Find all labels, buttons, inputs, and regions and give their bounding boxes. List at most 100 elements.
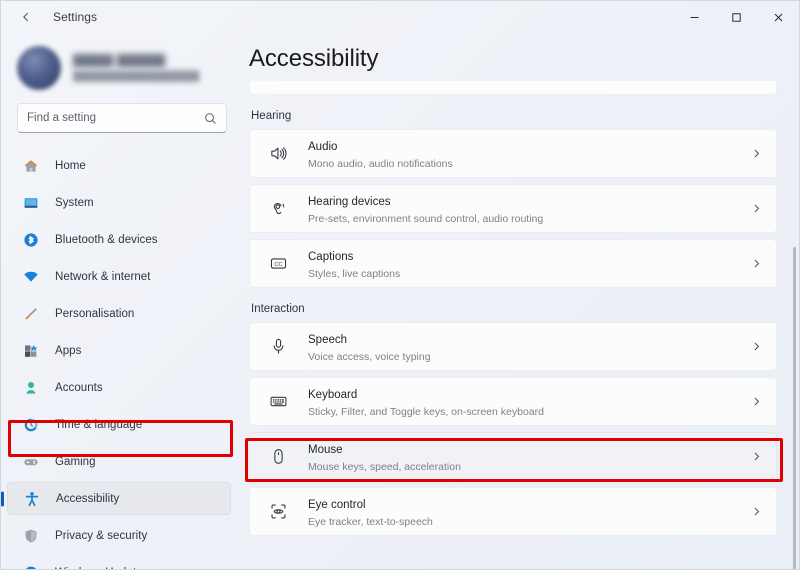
card-title: Keyboard: [308, 388, 358, 401]
chevron-right-icon: [751, 258, 762, 269]
search-icon: [204, 112, 217, 125]
chevron-right-icon: [751, 148, 762, 159]
sidebar-nav: Home System Bluetooth & devices Network …: [1, 149, 241, 570]
card-text: Speech Voice access, voice typing: [308, 330, 751, 364]
microphone-icon: [266, 335, 290, 359]
card-hearing-devices[interactable]: Hearing devices Pre-sets, environment so…: [249, 184, 777, 233]
shield-icon: [21, 527, 41, 545]
apps-icon: [21, 342, 41, 360]
card-title: Mouse: [308, 443, 343, 456]
vertical-scrollbar[interactable]: [793, 247, 796, 569]
title-bar: Settings: [1, 1, 799, 33]
card-text: Mouse Mouse keys, speed, acceleration: [308, 440, 751, 474]
card-title: Hearing devices: [308, 195, 391, 208]
card-subtitle: Eye tracker, text-to-speech: [308, 515, 433, 528]
card-subtitle: Voice access, voice typing: [308, 350, 431, 363]
keyboard-icon: [266, 390, 290, 414]
sidebar-item-home[interactable]: Home: [7, 149, 231, 182]
card-text: Hearing devices Pre-sets, environment so…: [308, 192, 751, 226]
profile-name: █████ ██████: [73, 54, 166, 67]
page-title: Accessibility: [249, 45, 379, 72]
window-controls: [673, 1, 799, 33]
search-input[interactable]: [27, 112, 204, 124]
settings-scroll-area: Hearing Audio Mono audio, audio notifica…: [241, 81, 799, 569]
sidebar-item-label: Windows Update: [55, 567, 143, 570]
system-monitor-icon: [21, 194, 41, 212]
partial-card-above[interactable]: [249, 81, 777, 95]
gamepad-icon: [21, 453, 41, 471]
card-subtitle: Mono audio, audio notifications: [308, 157, 453, 170]
chevron-right-icon: [751, 341, 762, 352]
mouse-icon: [266, 445, 290, 469]
closed-caption-icon: CC: [266, 252, 290, 276]
card-subtitle: Mouse keys, speed, acceleration: [308, 460, 461, 473]
chevron-right-icon: [751, 203, 762, 214]
minimize-icon[interactable]: [673, 1, 715, 33]
card-text: Captions Styles, live captions: [308, 247, 751, 281]
search-box[interactable]: [17, 103, 227, 133]
sidebar-item-label: Network & internet: [55, 270, 151, 283]
card-text: Keyboard Sticky, Filter, and Toggle keys…: [308, 385, 751, 419]
speaker-icon: [266, 142, 290, 166]
sidebar: █████ ██████ ██████████████████ Find a s…: [1, 33, 241, 569]
svg-text:CC: CC: [274, 262, 282, 268]
sidebar-item-label: Accounts: [55, 381, 103, 394]
sidebar-item-label: Home: [55, 159, 86, 172]
sidebar-item-personalisation[interactable]: Personalisation: [7, 297, 231, 330]
eye-control-icon: [266, 500, 290, 524]
chevron-right-icon: [751, 506, 762, 517]
sidebar-item-network[interactable]: Network & internet: [7, 260, 231, 293]
bluetooth-icon: [21, 231, 41, 249]
sidebar-item-time[interactable]: Time & language: [7, 408, 231, 441]
user-profile[interactable]: █████ ██████ ██████████████████: [1, 33, 241, 95]
main-content: Accessibility Hearing Audio Mono audio, …: [241, 33, 799, 569]
close-icon[interactable]: [757, 1, 799, 33]
sidebar-item-system[interactable]: System: [7, 186, 231, 219]
sidebar-item-bluetooth[interactable]: Bluetooth & devices: [7, 223, 231, 256]
sidebar-item-label: Time & language: [55, 418, 143, 431]
sidebar-item-label: Bluetooth & devices: [55, 233, 158, 246]
wifi-icon: [21, 268, 41, 286]
chevron-right-icon: [751, 451, 762, 462]
paintbrush-icon: [21, 305, 41, 323]
profile-email: ██████████████████: [73, 70, 200, 82]
sidebar-item-label: Privacy & security: [55, 529, 148, 542]
window-title: Settings: [53, 10, 98, 24]
card-text: Audio Mono audio, audio notifications: [308, 137, 751, 171]
maximize-icon[interactable]: [715, 1, 757, 33]
card-eye-control[interactable]: Eye control Eye tracker, text-to-speech: [249, 487, 777, 536]
card-speech[interactable]: Speech Voice access, voice typing: [249, 322, 777, 371]
sidebar-item-accounts[interactable]: Accounts: [7, 371, 231, 404]
ear-icon: [266, 197, 290, 221]
sidebar-item-label: Accessibility: [56, 492, 120, 505]
card-title: Captions: [308, 250, 354, 263]
card-mouse[interactable]: Mouse Mouse keys, speed, acceleration: [249, 432, 777, 481]
sidebar-item-windows-update[interactable]: Windows Update: [7, 556, 231, 570]
section-label-hearing: Hearing: [251, 110, 292, 122]
card-subtitle: Pre-sets, environment sound control, aud…: [308, 212, 544, 225]
back-arrow-icon[interactable]: [11, 4, 41, 30]
card-subtitle: Sticky, Filter, and Toggle keys, on-scre…: [308, 405, 544, 418]
sidebar-item-label: System: [55, 196, 94, 209]
sidebar-item-label: Apps: [55, 344, 82, 357]
card-keyboard[interactable]: Keyboard Sticky, Filter, and Toggle keys…: [249, 377, 777, 426]
sidebar-item-label: Personalisation: [55, 307, 135, 320]
card-title: Speech: [308, 333, 348, 346]
profile-text: █████ ██████ ██████████████████: [73, 55, 200, 82]
section-label-interaction: Interaction: [251, 303, 305, 315]
card-title: Eye control: [308, 498, 366, 511]
sidebar-item-label: Gaming: [55, 455, 96, 468]
sidebar-item-privacy[interactable]: Privacy & security: [7, 519, 231, 552]
chevron-right-icon: [751, 396, 762, 407]
card-title: Audio: [308, 140, 338, 153]
avatar: [17, 46, 61, 90]
update-refresh-icon: [21, 564, 41, 569]
sidebar-item-apps[interactable]: Apps: [7, 334, 231, 367]
home-icon: [21, 157, 41, 175]
card-captions[interactable]: CC Captions Styles, live captions: [249, 239, 777, 288]
card-subtitle: Styles, live captions: [308, 267, 401, 280]
sidebar-item-accessibility[interactable]: Accessibility: [7, 482, 231, 515]
clock-icon: [21, 416, 41, 434]
card-audio[interactable]: Audio Mono audio, audio notifications: [249, 129, 777, 178]
sidebar-item-gaming[interactable]: Gaming: [7, 445, 231, 478]
